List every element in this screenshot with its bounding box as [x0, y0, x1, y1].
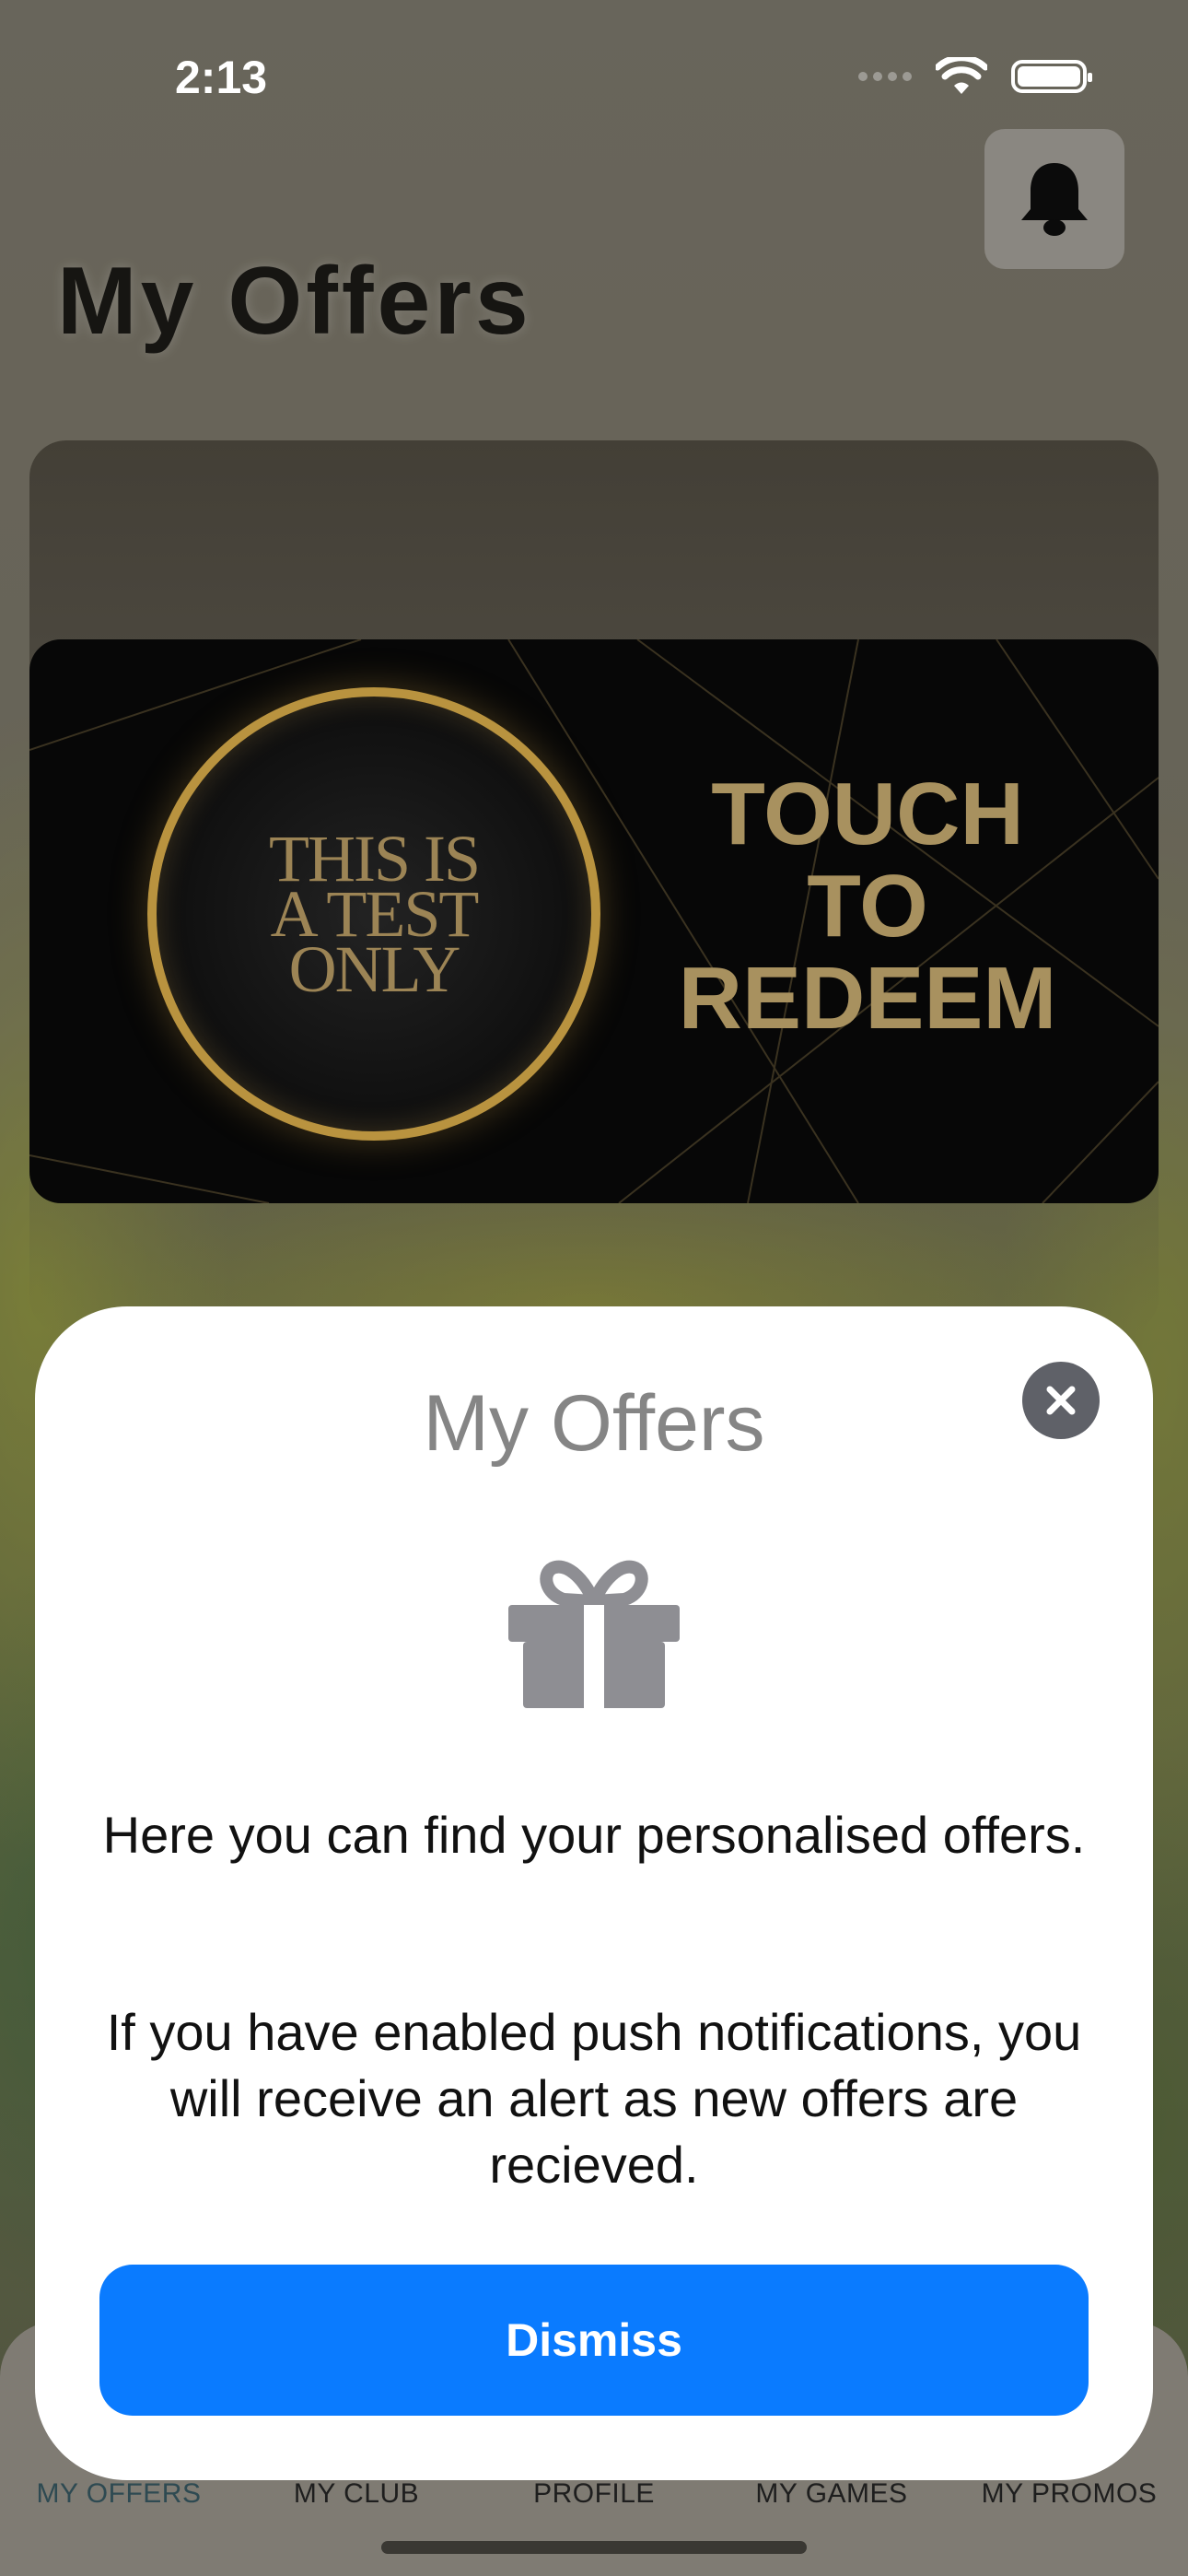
tab-bar: MY OFFERS MY CLUB PROFILE MY GAMES MY PR… — [0, 2478, 1188, 2510]
offer-banner[interactable]: THIS IS A TEST ONLY TOUCH TO REDEEM — [29, 639, 1159, 1203]
gift-icon — [508, 1560, 680, 1708]
redeem-cta-line-1: TOUCH — [711, 765, 1024, 863]
info-modal: My Offers Here you can find your persona… — [35, 1306, 1153, 2480]
offer-badge-line-3: ONLY — [288, 932, 461, 1006]
dismiss-button[interactable]: Dismiss — [99, 2265, 1089, 2416]
status-time: 2:13 — [175, 52, 268, 103]
close-button[interactable] — [1022, 1362, 1100, 1439]
redeem-cta: TOUCH TO REDEEM — [628, 768, 1107, 1045]
wifi-icon — [936, 57, 987, 94]
home-indicator[interactable] — [381, 2541, 807, 2554]
tab-my-offers[interactable]: MY OFFERS — [0, 2478, 238, 2510]
tab-my-promos[interactable]: MY PROMOS — [950, 2478, 1188, 2510]
close-icon — [1046, 1386, 1076, 1415]
tab-my-club[interactable]: MY CLUB — [238, 2478, 475, 2510]
modal-paragraph-2: If you have enabled push notifications, … — [106, 2003, 1082, 2194]
tab-my-games[interactable]: MY GAMES — [713, 2478, 950, 2510]
notifications-button[interactable] — [984, 129, 1124, 269]
status-indicators — [858, 57, 1092, 96]
cellular-signal-icon — [858, 72, 912, 81]
redeem-cta-line-3: REDEEM — [678, 949, 1057, 1048]
offer-badge-ring: THIS IS A TEST ONLY — [147, 687, 600, 1141]
redeem-cta-line-2: TO — [807, 857, 928, 955]
bell-icon — [1021, 163, 1088, 236]
modal-title: My Offers — [423, 1379, 765, 1468]
battery-icon — [1011, 60, 1092, 93]
modal-paragraph-1: Here you can find your personalised offe… — [102, 1806, 1086, 1864]
page-title: My Offers — [57, 248, 532, 355]
tab-profile[interactable]: PROFILE — [475, 2478, 713, 2510]
